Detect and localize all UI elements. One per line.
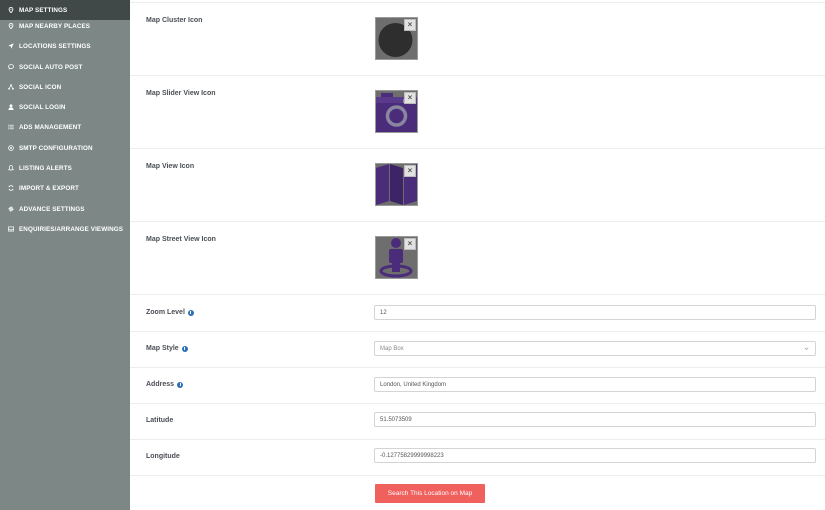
- bell-icon: [8, 165, 14, 171]
- sidebar-item-label: LISTING ALERTS: [19, 164, 72, 172]
- row-divider: [130, 367, 825, 368]
- sidebar-item-label: ENQUIRIES/ARRANGE VIEWINGS: [19, 225, 124, 233]
- map-slider-view-icon-label: Map Slider View Icon: [146, 90, 216, 97]
- info-icon[interactable]: [177, 381, 184, 388]
- map-cluster-icon-label: Map Cluster Icon: [146, 17, 203, 24]
- address-input[interactable]: London, United Kingdom: [374, 377, 816, 392]
- sidebar-item-listing-alerts[interactable]: LISTING ALERTS: [0, 158, 130, 178]
- sidebar-item-label: SOCIAL AUTO POST: [19, 63, 83, 71]
- remove-map-view-icon-button[interactable]: ×: [404, 165, 416, 177]
- gear-icon: [8, 206, 14, 212]
- map-street-view-icon-preview: ×: [375, 236, 418, 279]
- map-view-icon-label: Map View Icon: [146, 163, 195, 170]
- map-pin-icon: [8, 7, 14, 13]
- zoom-level-input[interactable]: 12: [374, 305, 816, 320]
- sidebar-item-social-icon[interactable]: SOCIAL ICON: [0, 77, 130, 97]
- user-icon: [8, 104, 14, 110]
- sidebar-item-social-auto-post[interactable]: SOCIAL AUTO POST: [0, 57, 130, 77]
- share-icon: [8, 84, 14, 90]
- remove-cluster-icon-button[interactable]: ×: [404, 19, 416, 31]
- row-divider: [130, 439, 825, 440]
- sidebar-item-label: ADS MANAGEMENT: [19, 123, 82, 131]
- sidebar-item-enquiries-arrange-viewings[interactable]: ENQUIRIES/ARRANGE VIEWINGS: [0, 219, 130, 239]
- sidebar-item-label: LOCATIONS SETTINGS: [19, 42, 91, 50]
- map-pin-icon: [8, 23, 14, 29]
- address-label: Address: [146, 381, 184, 388]
- row-divider: [130, 221, 825, 222]
- map-style-label: Map Style: [146, 345, 188, 352]
- sidebar-item-label: SMTP CONFIGURATION: [19, 144, 93, 152]
- map-style-select[interactable]: Map Box: [374, 341, 816, 356]
- sidebar-item-map-nearby-places[interactable]: MAP NEARBY PLACES: [0, 16, 130, 36]
- info-icon[interactable]: [187, 309, 194, 316]
- map-street-view-icon-label: Map Street View Icon: [146, 236, 216, 243]
- longitude-label: Longitude: [146, 453, 180, 460]
- sidebar-item-smtp-configuration[interactable]: SMTP CONFIGURATION: [0, 138, 130, 158]
- sidebar-item-label: MAP NEARBY PLACES: [19, 22, 91, 30]
- sidebar-item-label: SOCIAL ICON: [19, 83, 62, 91]
- row-divider: [130, 331, 825, 332]
- address-label-text: Address: [146, 381, 175, 388]
- row-divider: [130, 148, 825, 149]
- remove-slider-view-icon-button[interactable]: ×: [404, 92, 416, 104]
- location-arrow-icon: [8, 43, 14, 49]
- sidebar-item-label: MAP SETTINGS: [19, 6, 68, 14]
- map-cluster-icon-preview: ×: [375, 17, 418, 60]
- sidebar-item-label: IMPORT & EXPORT: [19, 184, 79, 192]
- sidebar-item-label: ADVANCE SETTINGS: [19, 205, 85, 213]
- row-divider: [130, 294, 825, 295]
- map-style-label-text: Map Style: [146, 345, 179, 352]
- chat-bubble-icon: [8, 64, 14, 70]
- latitude-label: Latitude: [146, 417, 174, 424]
- list-icon: [8, 124, 14, 130]
- chevron-down-icon: [804, 347, 809, 350]
- remove-street-view-icon-button[interactable]: ×: [404, 238, 416, 250]
- map-slider-view-icon-preview: ×: [375, 90, 418, 133]
- map-settings-panel: [130, 0, 825, 510]
- sidebar-item-import-export[interactable]: IMPORT & EXPORT: [0, 178, 130, 198]
- zoom-level-label-text: Zoom Level: [146, 309, 185, 316]
- inbox-icon: [8, 226, 14, 232]
- zoom-level-label: Zoom Level: [146, 309, 194, 316]
- row-divider: [130, 75, 825, 76]
- info-icon[interactable]: [181, 345, 188, 352]
- map-style-selected-value: Map Box: [380, 345, 404, 352]
- sync-icon: [8, 185, 14, 191]
- at-sign-icon: [8, 145, 14, 151]
- settings-sidebar: MAP SETTINGS MAP NEARBY PLACES LOCATIONS…: [0, 0, 130, 510]
- latitude-input[interactable]: 51.5073509: [374, 412, 816, 427]
- sidebar-item-label: SOCIAL LOGIN: [19, 103, 66, 111]
- sidebar-item-advance-settings[interactable]: ADVANCE SETTINGS: [0, 199, 130, 219]
- sidebar-item-ads-management[interactable]: ADS MANAGEMENT: [0, 117, 130, 137]
- sidebar-item-locations-settings[interactable]: LOCATIONS SETTINGS: [0, 36, 130, 56]
- map-view-icon-preview: ×: [375, 163, 418, 206]
- longitude-input[interactable]: -0.12775829999998223: [374, 448, 816, 463]
- row-divider: [130, 475, 825, 476]
- sidebar-item-social-login[interactable]: SOCIAL LOGIN: [0, 97, 130, 117]
- row-divider: [130, 2, 825, 3]
- row-divider: [130, 403, 825, 404]
- search-location-on-map-button[interactable]: Search This Location on Map: [375, 484, 485, 503]
